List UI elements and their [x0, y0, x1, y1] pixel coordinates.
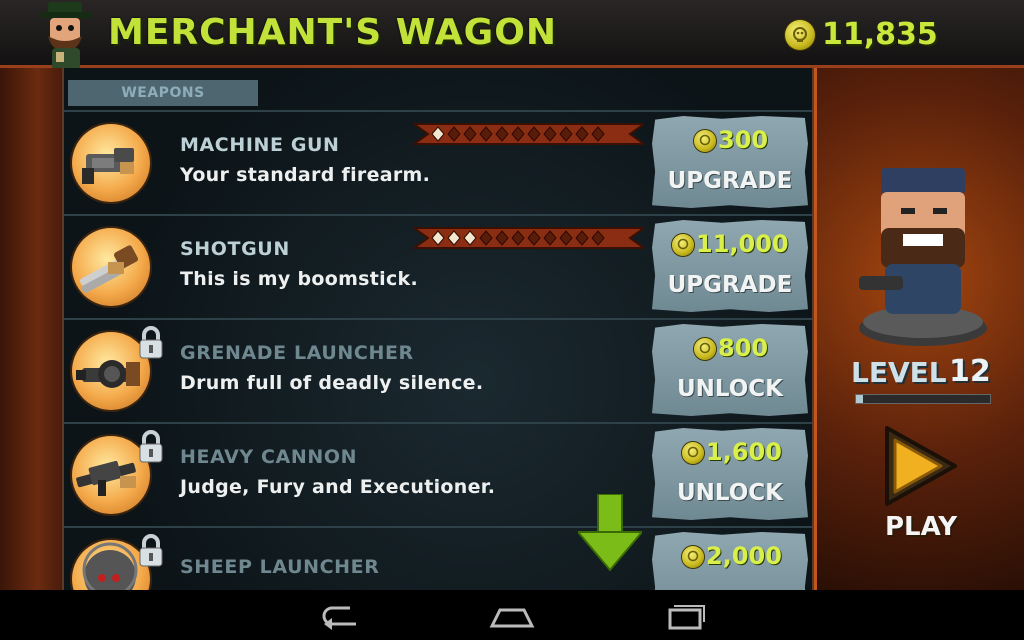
upgrade-button-machine-gun[interactable]: 300 UPGRADE — [652, 116, 808, 208]
coin-icon — [682, 546, 704, 568]
price-action-label: UPGRADE — [667, 168, 793, 194]
weapon-list[interactable]: WEAPONS MACHINE GUN Your standard firear… — [62, 68, 814, 590]
level-label: LEVEL — [851, 356, 947, 389]
tab-weapons[interactable]: WEAPONS — [68, 80, 258, 106]
weapon-icon-wrap — [72, 430, 163, 516]
play-button[interactable] — [883, 424, 959, 508]
price-action-label: UNLOCK — [676, 480, 783, 506]
coin-icon — [694, 338, 716, 360]
unlock-button-heavy-cannon[interactable]: 1,600 UNLOCK — [652, 428, 808, 520]
price-action-label: UPGRADE — [667, 272, 793, 298]
weapon-name: SHEEP LAUNCHER — [180, 556, 380, 578]
weapon-description: Your standard firearm. — [180, 164, 431, 186]
upgrade-level-ribbon — [414, 123, 644, 145]
lock-icon — [139, 534, 163, 567]
machine-gun-icon — [72, 124, 150, 202]
page-title: MERCHANT'S WAGON — [108, 12, 557, 53]
merchant-avatar-icon — [40, 2, 92, 70]
coin-icon — [682, 442, 704, 464]
coin-balance: 11,835 — [822, 17, 938, 52]
weapon-icon-wrap — [72, 124, 152, 204]
weapon-name: HEAVY CANNON — [180, 446, 358, 468]
lock-icon — [139, 430, 163, 463]
player-panel: LEVEL 12 PLAY — [814, 68, 1024, 590]
price-value: 1,600 — [706, 438, 782, 466]
price-value: 800 — [718, 334, 769, 362]
unlock-button-grenade-launcher[interactable]: 800 UNLOCK — [652, 324, 808, 416]
scroll-down-arrow-icon[interactable] — [578, 494, 642, 572]
weapon-icon-wrap — [72, 534, 163, 590]
weapon-icon-wrap — [72, 326, 163, 412]
home-icon[interactable] — [482, 598, 542, 634]
weapon-row-machine-gun[interactable]: MACHINE GUN Your standard firearm. 300 U… — [64, 110, 812, 214]
hero-character-icon — [859, 168, 987, 346]
weapon-description: Judge, Fury and Executioner. — [180, 476, 496, 498]
weapon-row-heavy-cannon[interactable]: HEAVY CANNON Judge, Fury and Executioner… — [64, 422, 812, 526]
weapon-row-shotgun[interactable]: SHOTGUN This is my boomstick. 11,000 UPG… — [64, 214, 812, 318]
weapon-name: SHOTGUN — [180, 238, 290, 260]
price-action-label: UNLOCK — [676, 376, 783, 402]
left-wood-panel — [0, 68, 62, 590]
shotgun-icon — [72, 228, 150, 306]
coin-icon — [672, 234, 694, 256]
xp-progress-fill — [856, 395, 863, 403]
coin-icon — [694, 130, 716, 152]
lock-icon — [139, 326, 163, 359]
weapon-name: GRENADE LAUNCHER — [180, 342, 414, 364]
weapon-description: Drum full of deadly silence. — [180, 372, 484, 394]
price-value: 11,000 — [696, 230, 789, 258]
upgrade-level-ribbon — [414, 227, 644, 249]
back-icon[interactable] — [310, 598, 370, 634]
xp-progress-bar — [855, 394, 991, 404]
weapon-description: This is my boomstick. — [180, 268, 418, 290]
price-value: 2,000 — [706, 542, 782, 570]
play-label[interactable]: PLAY — [885, 512, 957, 542]
header-bar: MERCHANT'S WAGON 11,835 — [0, 0, 1024, 70]
unlock-button-sheep-launcher[interactable]: 2,000 — [652, 532, 808, 590]
system-nav-bar — [0, 590, 1024, 640]
coin-icon — [785, 20, 815, 50]
weapon-row-sheep-launcher[interactable]: SHEEP LAUNCHER 2,000 — [64, 526, 812, 590]
upgrade-button-shotgun[interactable]: 11,000 UPGRADE — [652, 220, 808, 312]
weapon-row-grenade-launcher[interactable]: GRENADE LAUNCHER Drum full of deadly sil… — [64, 318, 812, 422]
weapon-icon-wrap — [72, 228, 152, 308]
price-value: 300 — [718, 126, 769, 154]
level-value: 12 — [949, 354, 991, 389]
weapon-name: MACHINE GUN — [180, 134, 340, 156]
recent-apps-icon[interactable] — [654, 598, 714, 634]
